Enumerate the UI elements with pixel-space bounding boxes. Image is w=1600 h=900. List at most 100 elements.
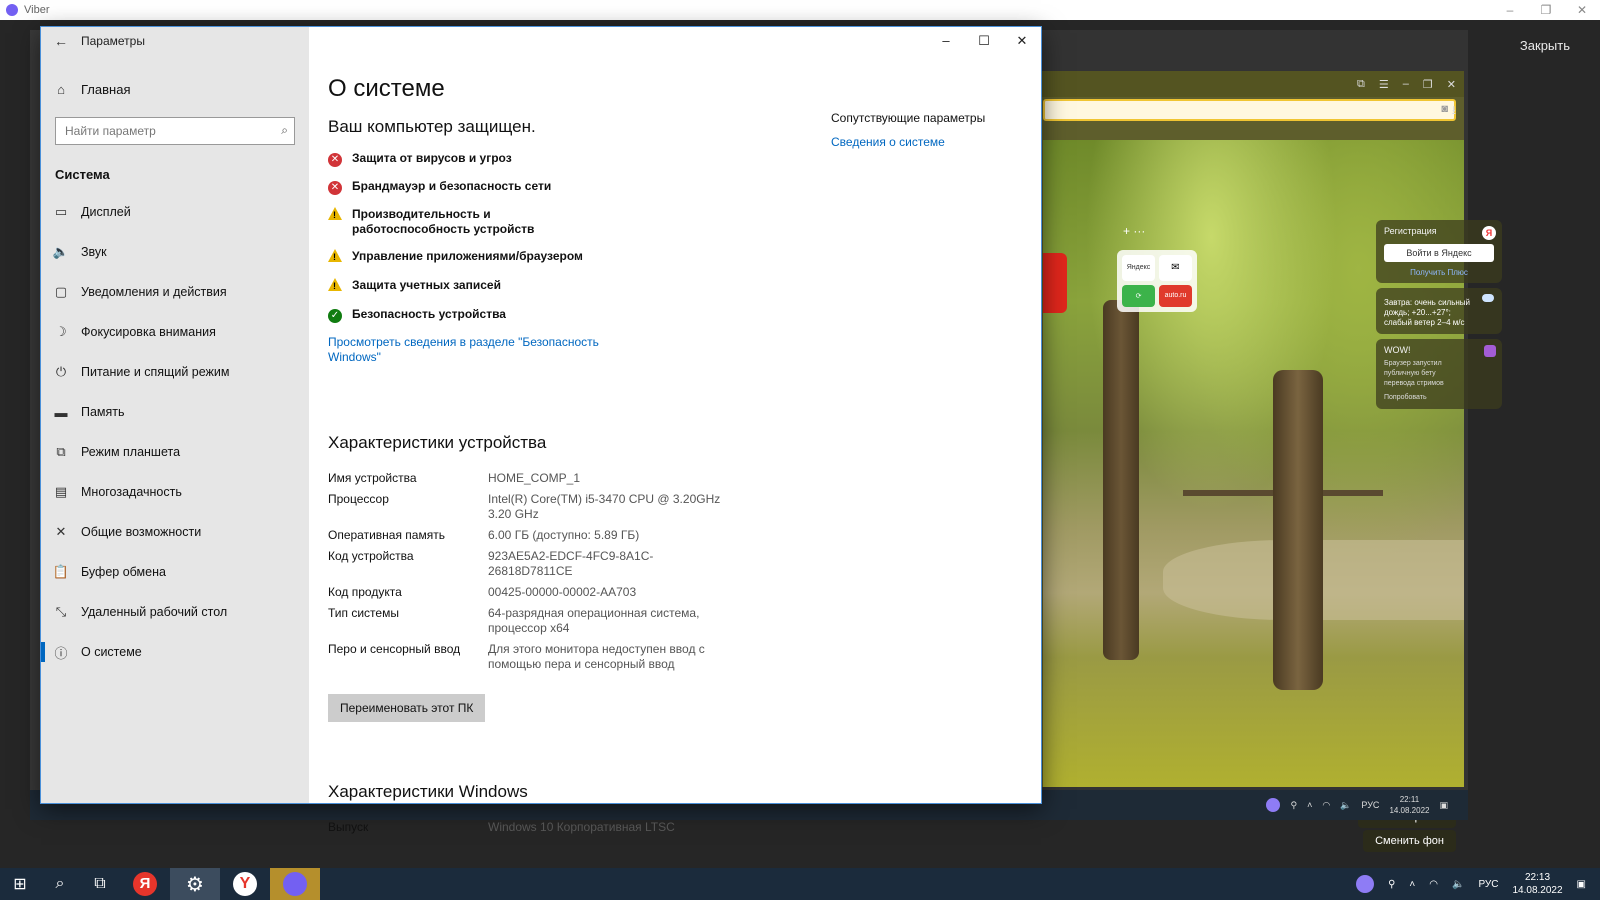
protection-label: Безопасность устройства (352, 307, 506, 321)
windows-security-link[interactable]: Просмотреть сведения в разделе "Безопасн… (328, 335, 618, 365)
maximize-button[interactable]: ☐ (965, 27, 1003, 55)
tile-yandex[interactable]: Яндекс (1122, 255, 1155, 281)
sidebar-item[interactable]: ⤡ Удаленный рабочий стол (41, 592, 309, 632)
sidebar-item[interactable]: ▤ Многозадачность (41, 472, 309, 512)
spec-row: Код устройства 923AE5A2-EDCF-4FC9-8A1C-26… (328, 549, 768, 579)
system-info-link[interactable]: Сведения о системе (831, 135, 1031, 149)
spec-value: 923AE5A2-EDCF-4FC9-8A1C-26818D7811CE (488, 549, 654, 578)
yandex-tabs-icon[interactable]: ⧉ (1357, 78, 1365, 91)
viber-minimize-button[interactable]: – (1492, 0, 1528, 20)
settings-app-title: Параметры (81, 34, 145, 48)
protection-item: Управление приложениями/браузером (328, 249, 768, 266)
speaker-icon: 🔈 (52, 244, 70, 259)
spec-key: Оперативная память (328, 528, 445, 542)
windows-logo-icon: ⊞ (13, 876, 27, 893)
sidebar-item[interactable]: ▬ Память (41, 392, 309, 432)
back-arrow-icon[interactable]: ← (41, 33, 81, 49)
protection-label: Брандмауэр и безопасность сети (352, 179, 552, 193)
rename-pc-button[interactable]: Переименовать этот ПК (328, 694, 486, 722)
add-tile-icon[interactable]: + ··· (1123, 224, 1145, 238)
yandex-menu-icon[interactable]: ☰ (1379, 78, 1389, 91)
sidebar-item-home[interactable]: ⌂ Главная (41, 71, 309, 107)
sidebar-item[interactable]: ⏻ Питание и спящий режим (41, 352, 309, 392)
wow-card[interactable]: WOW! Браузер запустил публичную бету пер… (1376, 339, 1502, 409)
camera-icon[interactable]: ◙ (1441, 103, 1448, 115)
minimize-button[interactable]: – (927, 27, 965, 55)
sidebar-item-label: Память (81, 405, 125, 419)
tray-expand-icon[interactable]: ˄ (1307, 800, 1312, 810)
remote-lang-indicator[interactable]: РУС (1361, 800, 1379, 810)
start-button[interactable]: ⊞ (0, 868, 40, 900)
download-icon[interactable]: ⭳ (1452, 101, 1456, 122)
remote-clock[interactable]: 22:11 14.08.2022 (1389, 794, 1429, 816)
remote-time: 22:11 (1399, 795, 1420, 804)
status-icon-wrap: ✕ (328, 151, 352, 167)
tile-refresh[interactable]: ⟳ (1122, 284, 1155, 307)
weather-card[interactable]: Завтра: очень сильный дождь; +20...+27°;… (1376, 288, 1502, 334)
yandex-login-button[interactable]: Войти в Яндекс (1384, 244, 1494, 262)
search-icon[interactable]: ⌕ (281, 123, 288, 138)
get-plus-link[interactable]: Получить Плюс (1384, 268, 1494, 277)
sidebar-item-label: Звук (81, 245, 107, 259)
viber-window-controls: – ❐ ✕ (1492, 0, 1600, 20)
viber-restore-button[interactable]: ❐ (1528, 0, 1564, 20)
taskbar-search-button[interactable]: ⌕ (40, 868, 80, 900)
sidebar-item[interactable]: 🔈 Звук (41, 232, 309, 272)
sidebar-item-label: Режим планшета (81, 445, 181, 459)
yandex-address-bar[interactable]: ◙ (1043, 99, 1456, 121)
yandex-restore-icon[interactable]: ❐ (1423, 78, 1433, 91)
network-icon[interactable]: ◠ (1429, 879, 1438, 890)
tray-expand-icon[interactable]: ˄ (1409, 879, 1415, 890)
yandex-close-icon[interactable]: ✕ (1447, 78, 1456, 91)
storage-icon: ▬ (54, 404, 68, 420)
close-button[interactable]: ✕ (1003, 27, 1041, 55)
sidebar-item[interactable]: ⧉ Режим планшета (41, 432, 309, 472)
network-icon[interactable]: ◠ (1322, 800, 1330, 811)
yandex-minimize-icon[interactable]: – (1403, 78, 1409, 90)
sidebar-item[interactable]: ⓘ О системе (41, 632, 309, 672)
spec-key: Код устройства (328, 549, 414, 563)
status-icon-wrap (328, 278, 352, 295)
windows-specs-heading: Характеристики Windows (328, 782, 528, 801)
sidebar-item[interactable]: ☽ Фокусировка внимания (41, 312, 309, 352)
spec-value: 00425-00000-00002-AA703 (488, 585, 637, 599)
people-icon[interactable]: ⚲ (1388, 879, 1395, 890)
lang-indicator[interactable]: РУС (1478, 879, 1498, 890)
action-center-icon[interactable]: ▣ (1577, 879, 1586, 890)
alice-icon[interactable] (1356, 875, 1375, 893)
task-view-button[interactable]: ⧉ (80, 868, 120, 900)
page-title: О системе (328, 75, 445, 102)
spec-row: Тип системы 64-разрядная операционная сис… (328, 606, 768, 636)
multitask-icon: ▤ (54, 484, 68, 499)
sidebar-item[interactable]: ▭ Дисплей (41, 192, 309, 232)
taskbar-yandex-browser-app[interactable]: Y (220, 868, 270, 900)
clock[interactable]: 22:13 14.08.2022 (1512, 871, 1562, 897)
volume-icon[interactable]: 🔈 (1340, 800, 1351, 811)
taskbar-yandex-app[interactable]: Я (120, 868, 170, 900)
protection-item: Производительность и работоспособность у… (328, 207, 768, 237)
spec-key: Перо и сенсорный ввод (328, 642, 461, 656)
viber-titlebar: Viber – ❐ ✕ (0, 0, 1600, 20)
taskbar-settings-app[interactable]: ⚙ (170, 868, 220, 900)
settings-search-input[interactable]: Найти параметр ⌕ (55, 117, 295, 145)
tile-auto-ru[interactable]: auto.ru (1159, 284, 1192, 307)
tile-mail[interactable]: ✉ (1159, 255, 1192, 281)
volume-icon[interactable]: 🔈 (1452, 879, 1464, 890)
spec-key: Имя устройства (328, 471, 417, 485)
wow-try-link[interactable]: Попробовать (1384, 393, 1494, 403)
action-center-icon[interactable]: ▣ (1439, 800, 1448, 811)
sidebar-item-label: Фокусировка внимания (81, 325, 216, 339)
clock-date: 14.08.2022 (1512, 885, 1563, 896)
taskbar-viber-app[interactable] (270, 868, 320, 900)
sidebar-item[interactable]: 📋 Буфер обмена (41, 552, 309, 592)
viber-close-button[interactable]: ✕ (1564, 0, 1600, 20)
status-icon-wrap: ✕ (328, 179, 352, 195)
screen-share-close-button[interactable]: Закрыть (1520, 38, 1570, 53)
sidebar-item[interactable]: ▢ Уведомления и действия (41, 272, 309, 312)
search-icon: ⌕ (55, 875, 65, 892)
sidebar-item[interactable]: ✕ Общие возможности (41, 512, 309, 552)
alice-icon[interactable] (1266, 798, 1281, 812)
people-icon[interactable]: ⚲ (1290, 800, 1297, 811)
change-background-button[interactable]: Сменить фон (1363, 830, 1456, 852)
red-widget[interactable] (1043, 253, 1067, 313)
